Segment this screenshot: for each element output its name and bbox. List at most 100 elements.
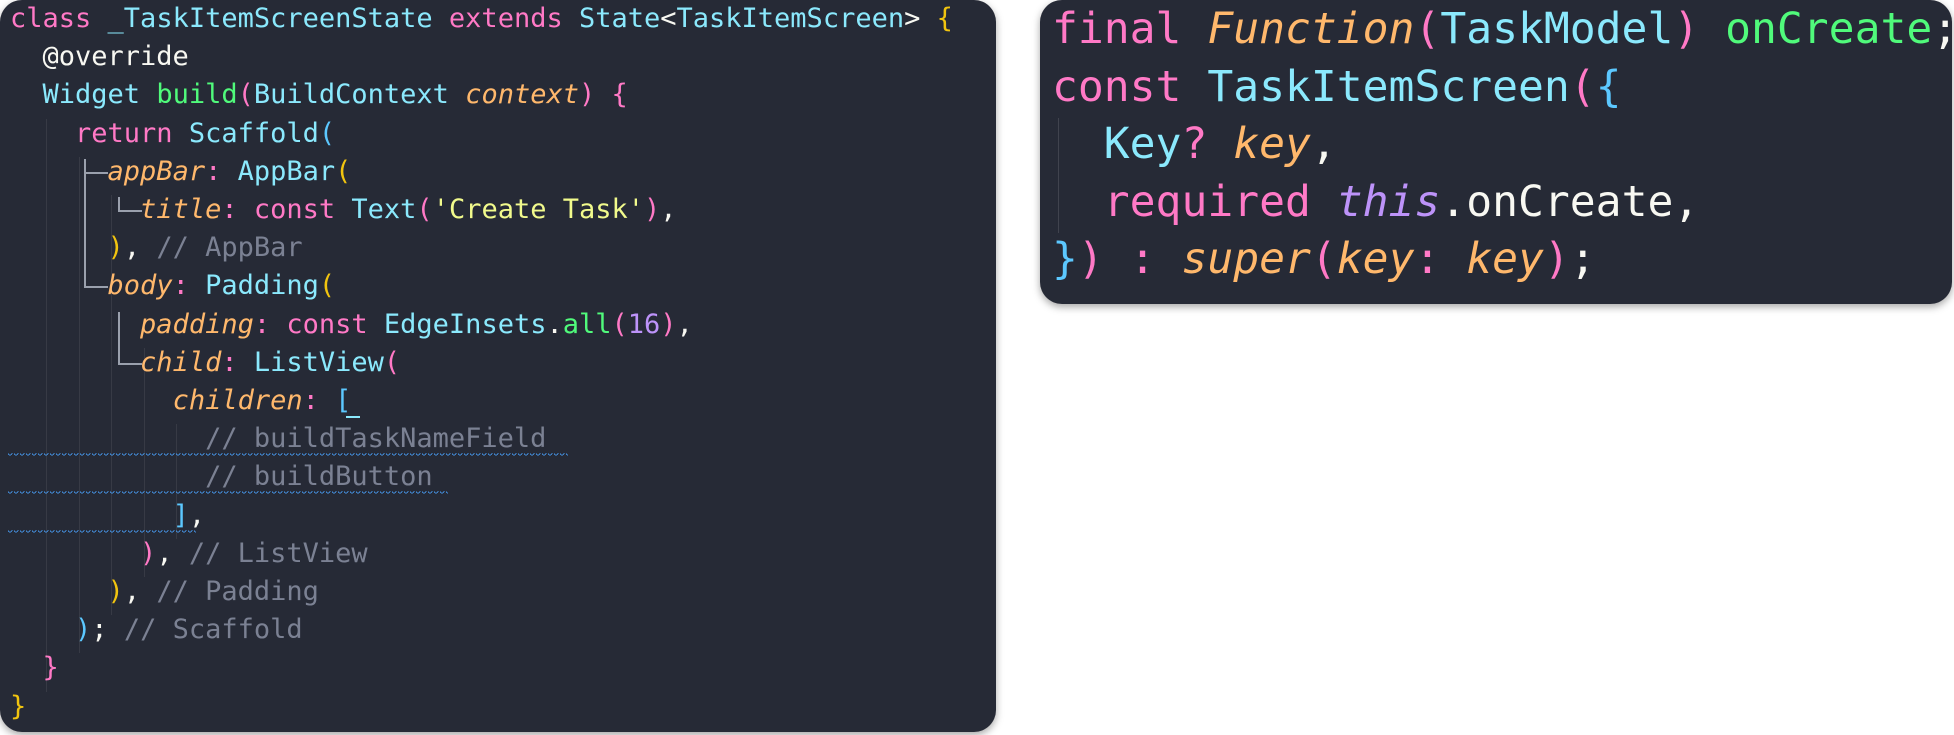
code-token: , [123, 232, 157, 264]
code-token: // buildButton [205, 461, 433, 493]
code-token: : [172, 270, 206, 302]
code-token: const [286, 308, 384, 340]
code-token: [ [335, 385, 352, 416]
code-token: return [75, 117, 189, 149]
code-token: TaskItemScreen [676, 3, 905, 34]
code-token: onCreate [1725, 4, 1933, 54]
code-token: TaskItemScreen [1207, 61, 1570, 112]
code-token: } [42, 652, 59, 684]
code-line: final Function(TaskModel) onCreate; [1052, 0, 1952, 58]
code-token: ) [1543, 234, 1570, 284]
code-line: const TaskItemScreen({ [1052, 58, 1622, 116]
code-token: ) [107, 576, 124, 607]
code-token: const [1052, 61, 1208, 112]
code-token: 16 [627, 308, 661, 340]
code-line: Widget build(BuildContext context) { [10, 76, 628, 114]
code-token: // AppBar [156, 232, 303, 264]
code-line: padding: const EdgeInsets.all(16), [10, 306, 693, 344]
code-token: Scaffold [188, 117, 319, 149]
code-token: ) [107, 232, 124, 264]
code-token: _TaskItemScreenState [107, 3, 449, 34]
lint-warning-underline [8, 453, 568, 458]
code-token: key [1336, 234, 1415, 284]
code-line: } [10, 649, 59, 687]
code-token: ; [1569, 234, 1596, 284]
code-token: ( [237, 79, 254, 111]
indent-guide [78, 156, 80, 654]
code-token: extends [448, 3, 579, 34]
widget-tree-guide [118, 362, 142, 365]
code-token: appBar [107, 155, 206, 187]
code-token: ) [578, 79, 612, 111]
code-token: ] [172, 499, 189, 531]
widget-tree-guide [84, 171, 108, 174]
code-token: ) [644, 194, 661, 225]
code-token: // Padding [156, 576, 319, 607]
code-token: Text [351, 194, 417, 225]
code-token: } [10, 690, 27, 722]
code-line: }) : super(key: key); [1052, 230, 1596, 288]
code-token: > [904, 3, 937, 34]
code-token: ( [1310, 234, 1337, 284]
code-token: ) [140, 537, 157, 569]
widget-tree-guide [118, 210, 142, 212]
code-token: : [1414, 234, 1467, 284]
code-line: ), // Padding [10, 573, 319, 611]
code-line: return Scaffold( [10, 115, 335, 153]
code-token: // ListView [188, 537, 368, 569]
code-token: @override [10, 41, 189, 73]
code-line: title: const Text('Create Task'), [10, 191, 677, 229]
code-token: children [172, 385, 303, 416]
code-token: ) [660, 308, 677, 340]
code-token: , [676, 308, 693, 340]
code-token: body [107, 270, 173, 302]
code-token: // buildTaskNameField [205, 423, 547, 455]
widget-tree-guide [84, 286, 108, 289]
indent-guide [46, 118, 48, 692]
code-token: ) [1077, 234, 1130, 284]
widget-tree-guide [84, 197, 86, 264]
widget-tree-guide [118, 197, 120, 211]
indent-guide [176, 424, 177, 539]
code-token: Padding [205, 270, 319, 302]
code-token: { [611, 79, 628, 111]
code-line: @override [10, 38, 189, 76]
code-token: AppBar [237, 155, 336, 187]
code-token: ( [1414, 4, 1441, 54]
code-line: children: [ [10, 382, 352, 420]
code-token: } [1052, 234, 1078, 284]
code-token: . [546, 308, 563, 340]
code-token: ( [383, 346, 401, 378]
code-token: : [221, 194, 254, 225]
code-token: BuildContext [253, 79, 466, 111]
code-token: . [1440, 176, 1467, 227]
code-token: : [205, 155, 238, 187]
code-token: padding [140, 308, 254, 340]
code-token: ListView [253, 346, 384, 378]
code-token: { [936, 3, 953, 34]
code-token: build [156, 79, 238, 111]
code-line: ); // Scaffold [10, 611, 303, 649]
code-token: TaskModel [1440, 4, 1674, 54]
code-token: , [1673, 176, 1700, 227]
code-token: title [140, 194, 222, 225]
code-token: ? [1181, 119, 1234, 169]
code-token: ( [318, 270, 336, 302]
code-token: : [1129, 234, 1182, 284]
indent-guide [1058, 118, 1059, 233]
code-token: : [221, 346, 254, 378]
code-token: , [1310, 119, 1337, 169]
code-token: : [253, 308, 287, 340]
code-token: ) [75, 614, 92, 646]
code-token: child [140, 346, 222, 378]
